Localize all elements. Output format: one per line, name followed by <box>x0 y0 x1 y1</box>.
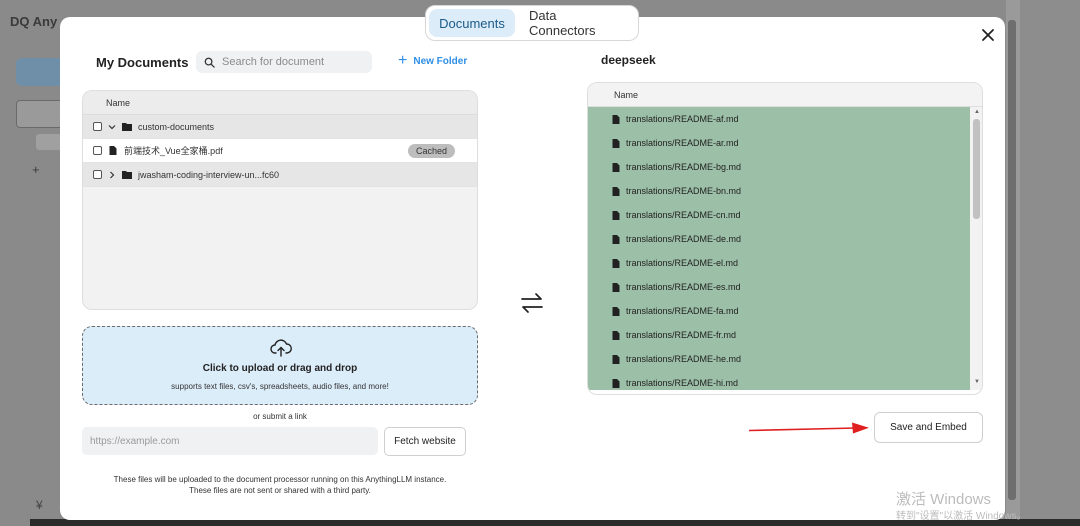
modal-tabs: Documents Data Connectors <box>425 5 639 41</box>
file-icon <box>612 282 620 292</box>
annotation-arrow-icon <box>748 422 869 434</box>
search-icon <box>204 57 215 68</box>
row-checkbox[interactable] <box>93 170 102 179</box>
cached-badge: Cached <box>407 143 455 158</box>
workspace-file-row[interactable]: translations/README-fa.md <box>588 299 970 323</box>
file-icon <box>612 186 620 196</box>
workspace-file-name: translations/README-hi.md <box>626 378 739 388</box>
file-row[interactable]: 前端技术_Vue全家桶.pdf Cached <box>83 139 477 163</box>
column-header-name: Name <box>83 91 477 115</box>
folder-row-jwasham[interactable]: jwasham-coding-interview-un...fc60 <box>83 163 477 187</box>
workspace-file-row[interactable]: translations/README-he.md <box>588 347 970 371</box>
background-right-edge <box>1020 0 1080 526</box>
page-scrollbar-thumb[interactable] <box>1008 20 1016 500</box>
search-box[interactable] <box>196 51 372 73</box>
workspace-file-row[interactable]: translations/README-ar.md <box>588 131 970 155</box>
file-icon <box>612 210 620 220</box>
new-folder-label: New Folder <box>413 55 468 67</box>
file-icon <box>612 378 620 388</box>
workspace-file-row[interactable]: translations/README-af.md <box>588 107 970 131</box>
folder-row-custom-documents[interactable]: custom-documents <box>83 115 477 139</box>
my-documents-panel: Name custom-documents 前端技术_Vue全家桶.pdf Ca… <box>82 90 478 310</box>
workspace-file-name: translations/README-es.md <box>626 282 741 292</box>
workspace-file-name: translations/README-he.md <box>626 354 742 364</box>
tab-data-connectors[interactable]: Data Connectors <box>517 8 635 38</box>
workspace-title: deepseek <box>601 53 656 67</box>
folder-icon <box>122 123 132 131</box>
tab-documents[interactable]: Documents <box>429 9 515 37</box>
new-folder-button[interactable]: + New Folder <box>398 52 468 69</box>
url-input[interactable] <box>82 427 378 455</box>
chevron-down-icon[interactable] <box>108 123 116 131</box>
workspace-file-row[interactable]: translations/README-fr.md <box>588 323 970 347</box>
workspace-file-row[interactable]: translations/README-hi.md <box>588 371 970 394</box>
chevron-right-icon[interactable] <box>108 171 116 179</box>
background-bottom-icon: ¥ <box>36 498 43 512</box>
plus-icon: + <box>398 52 408 69</box>
scroll-down-icon[interactable]: ▼ <box>974 379 980 385</box>
background-workspace-item <box>16 100 66 128</box>
close-icon[interactable] <box>980 27 996 43</box>
background-workspace-subitem <box>36 134 62 150</box>
workspace-file-name: translations/README-bn.md <box>626 186 742 196</box>
file-icon <box>612 354 620 364</box>
upload-subtitle: supports text files, csv's, spreadsheets… <box>171 382 389 391</box>
row-checkbox[interactable] <box>93 146 102 155</box>
workspace-file-name: translations/README-af.md <box>626 114 739 124</box>
background-plus-icon: + <box>32 162 40 177</box>
folder-icon <box>122 171 132 179</box>
disclaimer-line-1: These files will be uploaded to the docu… <box>113 475 447 484</box>
workspace-file-row[interactable]: translations/README-de.md <box>588 227 970 251</box>
upload-disclaimer: These files will be uploaded to the docu… <box>82 474 478 496</box>
workspace-file-list: translations/README-af.md translations/R… <box>588 107 970 390</box>
workspace-file-name: translations/README-cn.md <box>626 210 741 220</box>
my-documents-title: My Documents <box>96 55 189 70</box>
windows-watermark-subtitle: 转到"设置"以激活 Windows。 <box>896 511 1027 522</box>
workspace-file-row[interactable]: translations/README-bn.md <box>588 179 970 203</box>
file-icon <box>612 234 620 244</box>
fetch-website-button[interactable]: Fetch website <box>384 427 466 456</box>
scroll-up-icon[interactable]: ▲ <box>974 109 980 115</box>
workspace-file-row[interactable]: translations/README-cn.md <box>588 203 970 227</box>
file-icon <box>612 162 620 172</box>
search-input[interactable] <box>222 56 362 68</box>
file-icon <box>109 146 117 155</box>
row-name: 前端技术_Vue全家桶.pdf <box>124 146 223 156</box>
windows-watermark-title: 激活 Windows <box>896 491 992 508</box>
workspace-list-scrollbar-thumb[interactable] <box>973 119 980 219</box>
workspace-file-row[interactable]: translations/README-es.md <box>588 275 970 299</box>
row-name: jwasham-coding-interview-un...fc60 <box>138 169 280 180</box>
workspace-file-name: translations/README-de.md <box>626 234 742 244</box>
disclaimer-line-2: These files are not sent or shared with … <box>189 486 371 495</box>
row-checkbox[interactable] <box>93 122 102 131</box>
file-icon <box>612 114 620 124</box>
workspace-file-name: translations/README-fr.md <box>626 330 737 340</box>
workspace-file-row[interactable]: translations/README-bg.md <box>588 155 970 179</box>
row-name: custom-documents <box>138 121 215 132</box>
cloud-upload-icon <box>270 339 292 357</box>
save-and-embed-button[interactable]: Save and Embed <box>874 412 983 443</box>
upload-dropzone[interactable]: Click to upload or drag and drop support… <box>82 326 478 405</box>
file-icon <box>612 306 620 316</box>
file-icon <box>612 330 620 340</box>
workspace-file-name: translations/README-el.md <box>626 258 739 268</box>
workspace-file-row[interactable]: translations/README-el.md <box>588 251 970 275</box>
file-icon <box>612 138 620 148</box>
workspace-file-name: translations/README-ar.md <box>626 138 739 148</box>
workspace-file-name: translations/README-bg.md <box>626 162 742 172</box>
workspace-documents-panel: Name translations/README-af.md translati… <box>587 82 983 395</box>
file-icon <box>612 258 620 268</box>
column-header-name: Name <box>588 83 982 107</box>
upload-title: Click to upload or drag and drop <box>202 363 358 374</box>
workspace-file-name: translations/README-fa.md <box>626 306 739 316</box>
workspace-list-scrollbar[interactable]: ▲ ▼ <box>970 107 982 390</box>
transfer-arrows-icon <box>521 293 543 313</box>
or-submit-link-label: or submit a link <box>253 412 307 421</box>
background-logo: DQ Any <box>10 14 58 29</box>
